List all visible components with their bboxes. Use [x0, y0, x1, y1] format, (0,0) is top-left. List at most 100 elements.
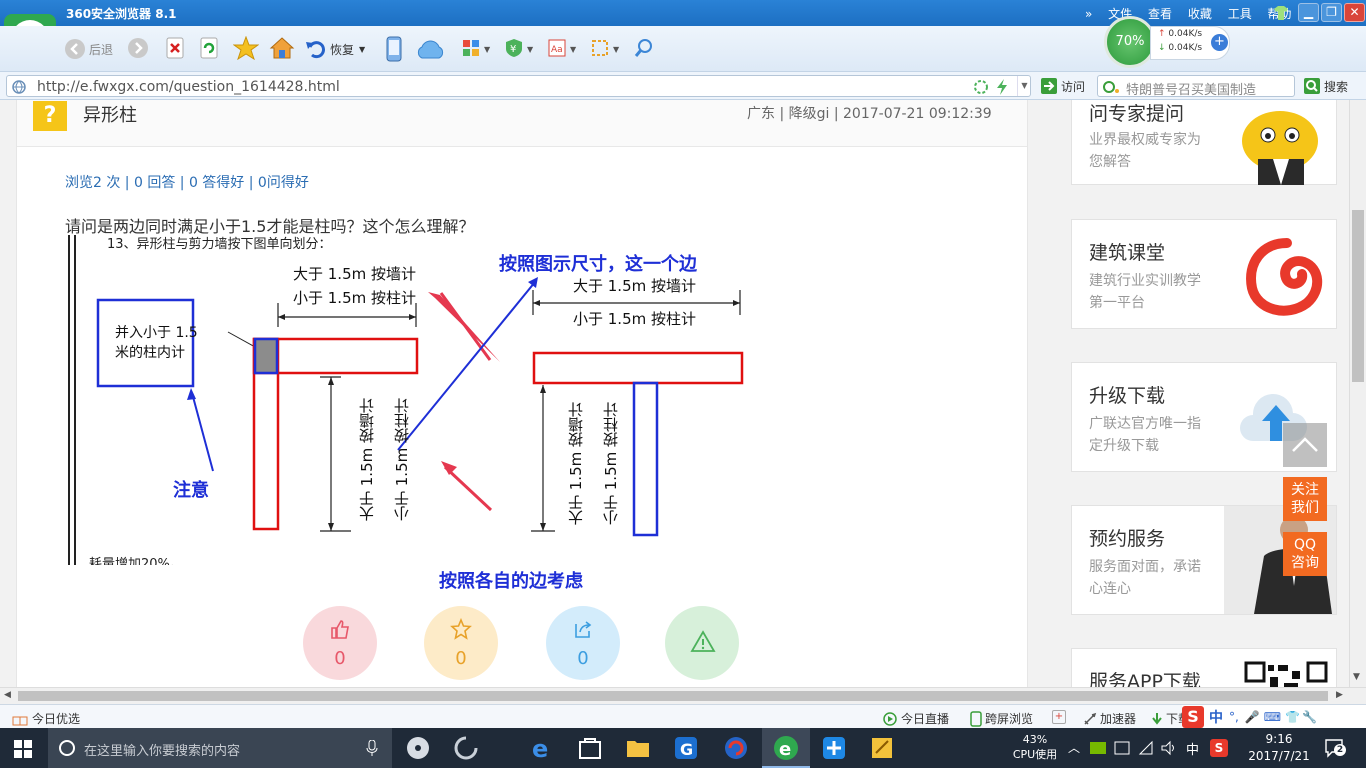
close-button[interactable]: ✕: [1344, 3, 1365, 22]
accelerator[interactable]: 加速器: [1083, 710, 1136, 727]
cross-screen[interactable]: 跨屏浏览: [970, 710, 1033, 727]
apps-grid-icon: ▼: [463, 40, 491, 56]
sidebar-card-expert[interactable]: 问专家提问 业界最权威专家为您解答: [1071, 100, 1337, 185]
sidebar-card-desc: 建筑行业实训教学第一平台: [1089, 273, 1201, 311]
restore-button[interactable]: 恢复 ▼: [305, 37, 365, 61]
stop-button[interactable]: [164, 36, 186, 60]
favorites-button[interactable]: [233, 36, 259, 60]
follow-us-button[interactable]: 关注我们: [1283, 477, 1327, 521]
like-button[interactable]: 0: [303, 606, 377, 680]
clock-date: 2017/7/21: [1248, 749, 1310, 763]
ime-toolbar[interactable]: S 中 °, 🎤 ⌨ 👕 🔧: [1182, 705, 1366, 729]
cpu-percent: 43%: [1022, 733, 1048, 746]
cloud-button[interactable]: [414, 38, 446, 60]
sidebar-card-app[interactable]: 服务APP下载: [1071, 648, 1337, 687]
taskbar-app-plus[interactable]: [820, 734, 848, 762]
address-row: http://e.fwxgx.com/question_1614428.html…: [0, 72, 1366, 100]
scroll-down-icon[interactable]: ▼: [1353, 672, 1360, 682]
taskbar: 在这里输入你要搜索的内容 e G e 43% CPU使用 ︿ 中 S 9:16 …: [0, 728, 1366, 768]
shield-icon: ¥ ▼: [506, 39, 534, 57]
address-bar[interactable]: http://e.fwxgx.com/question_1614428.html…: [6, 75, 1031, 97]
taskbar-search[interactable]: 在这里输入你要搜索的内容: [48, 728, 392, 768]
share-button[interactable]: 0: [546, 606, 620, 680]
nvidia-icon[interactable]: [1090, 741, 1106, 755]
apps-button[interactable]: ▼: [462, 38, 492, 58]
t-wall-label: 大于 1.5m 按墙计: [573, 277, 697, 295]
favorite-count: 0: [455, 648, 467, 669]
today-live[interactable]: 今日直播: [882, 710, 949, 727]
svg-text:e: e: [532, 735, 548, 762]
url-dropdown-icon[interactable]: ▼: [1017, 76, 1031, 96]
search-placeholder: 特朗普号召买美国制造: [1126, 83, 1257, 98]
cpu-meter[interactable]: 43% CPU使用: [1010, 732, 1060, 762]
security-button[interactable]: ¥ ▼: [505, 38, 537, 58]
search-button[interactable]: 搜索: [1303, 76, 1348, 96]
expert-mascot-icon: [1242, 111, 1318, 185]
taskbar-app-360-active[interactable]: e: [762, 728, 810, 768]
vertical-scrollbar[interactable]: ▼: [1349, 100, 1366, 687]
menu-tools[interactable]: 工具: [1228, 7, 1252, 21]
url-text[interactable]: http://e.fwxgx.com/question_1614428.html: [37, 79, 340, 95]
maximize-button[interactable]: ❐: [1321, 3, 1342, 22]
vertical-scroll-thumb[interactable]: [1352, 210, 1364, 382]
taskbar-app-store[interactable]: [576, 734, 604, 762]
back-button[interactable]: 后退: [64, 37, 113, 61]
skin-icon[interactable]: [1272, 5, 1290, 21]
visit-button[interactable]: 访问: [1040, 76, 1085, 96]
svg-text:▼: ▼: [527, 45, 534, 54]
horizontal-scroll-thumb[interactable]: [18, 691, 1328, 701]
qq-consult-button[interactable]: QQ咨询: [1283, 532, 1327, 576]
tray-expand-icon[interactable]: ︿: [1068, 739, 1080, 756]
search-input[interactable]: 特朗普号召买美国制造: [1097, 75, 1295, 98]
plus-box-icon[interactable]: +: [1052, 710, 1066, 724]
plus-icon[interactable]: +: [1211, 34, 1228, 51]
lightning-icon[interactable]: [995, 78, 1009, 96]
taskbar-app-edge[interactable]: e: [528, 734, 556, 763]
report-button[interactable]: [665, 606, 739, 680]
clock[interactable]: 9:16 2017/7/21: [1240, 731, 1318, 765]
taskbar-app-explorer[interactable]: [624, 734, 652, 762]
minimize-button[interactable]: ▁: [1298, 3, 1319, 22]
memory-percent: 70%: [1104, 16, 1156, 68]
today-live-label: 今日直播: [901, 712, 950, 726]
like-count: 0: [334, 648, 346, 669]
back-to-top-button[interactable]: [1283, 423, 1327, 467]
scroll-left-icon[interactable]: ◀: [4, 690, 11, 700]
network-monitor[interactable]: 70% ↑ 0.04K/s ↓ 0.04K/s +: [1104, 16, 1230, 70]
cloud-icon: [417, 40, 444, 59]
favorite-button[interactable]: 0: [424, 606, 498, 680]
today-picks[interactable]: 今日优选: [12, 710, 80, 727]
zoom-button[interactable]: [634, 38, 654, 58]
translate-button[interactable]: Aa ▼: [548, 38, 580, 58]
screenshot-button[interactable]: ▼: [591, 38, 623, 58]
tray-ime[interactable]: 中: [1186, 739, 1199, 758]
sidebar-card-desc: 业界最权威专家为您解答: [1089, 132, 1201, 170]
device-icon[interactable]: [1114, 741, 1130, 755]
horizontal-scrollbar[interactable]: ◀ ▶: [0, 687, 1366, 704]
taskbar-app-swirl[interactable]: [452, 734, 480, 762]
wifi-icon[interactable]: [1138, 740, 1154, 756]
volume-icon[interactable]: [1160, 740, 1178, 756]
gift-icon: [12, 716, 28, 725]
taskbar-app-g2[interactable]: [722, 734, 750, 762]
home-button[interactable]: [269, 36, 295, 60]
search-engine-icon: [1103, 81, 1119, 93]
thumbs-up-icon: [331, 620, 349, 639]
taskbar-app-g1[interactable]: G: [672, 734, 700, 762]
forward-arrow-icon: [128, 38, 148, 58]
back-label: 后退: [89, 42, 114, 57]
refresh-button[interactable]: [198, 36, 220, 60]
taskbar-app-notes[interactable]: [868, 734, 896, 762]
taskbar-app-fan[interactable]: [404, 734, 432, 762]
t-vert-wall-label: 大于 1.5m 按墙计: [567, 401, 585, 525]
svg-text:Aa: Aa: [551, 45, 563, 55]
phone-button[interactable]: [385, 36, 403, 62]
windows-start-icon[interactable]: [14, 740, 32, 758]
phone-icon: [386, 36, 402, 62]
forward-button[interactable]: [127, 37, 149, 59]
sidebar-card-class[interactable]: 建筑课堂 建筑行业实训教学第一平台: [1071, 219, 1337, 329]
visit-label: 访问: [1061, 79, 1086, 94]
scroll-right-icon[interactable]: ▶: [1336, 690, 1343, 700]
sogou-tray-icon[interactable]: S: [1210, 739, 1228, 757]
action-center[interactable]: 2: [1324, 738, 1346, 758]
